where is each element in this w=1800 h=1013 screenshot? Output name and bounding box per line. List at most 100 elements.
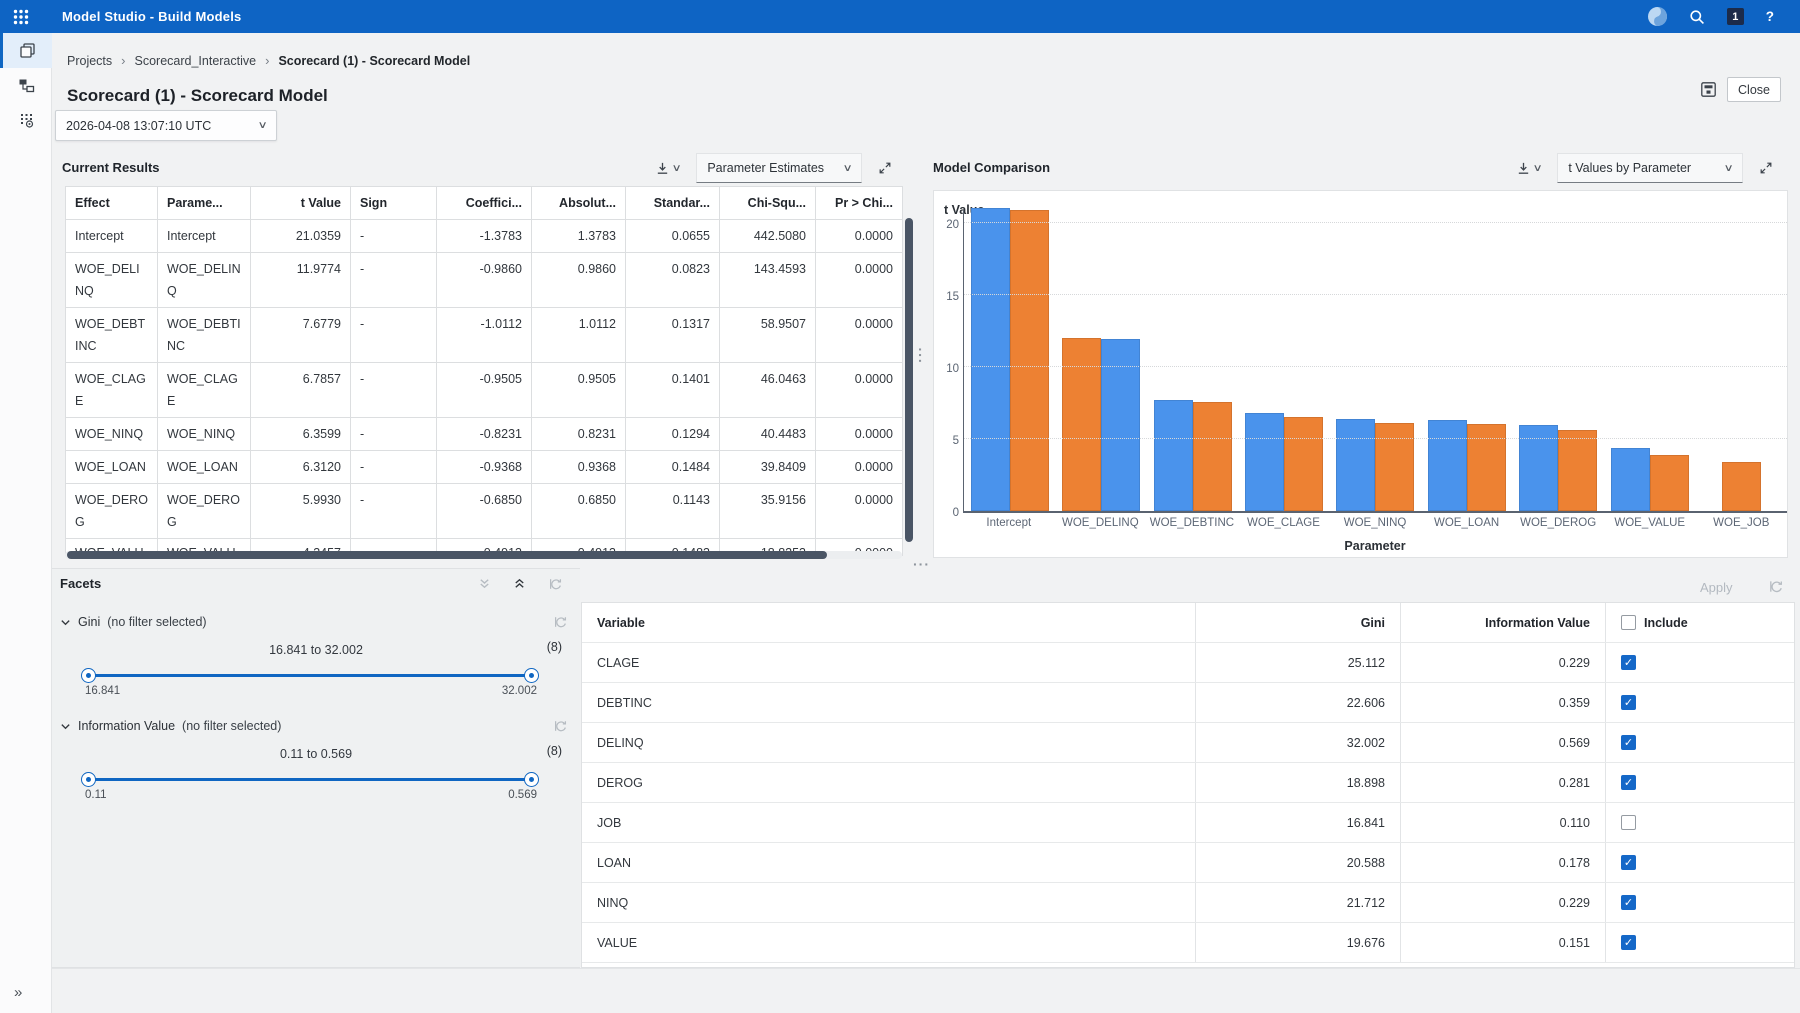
range-slider[interactable] — [83, 668, 537, 682]
bar-blue[interactable] — [1154, 400, 1193, 511]
bar-orange[interactable] — [1193, 402, 1232, 511]
bar-blue[interactable] — [1245, 413, 1284, 511]
notifications-badge[interactable]: 1 — [1727, 8, 1744, 25]
column-header[interactable]: Sign — [351, 187, 437, 220]
table-row[interactable]: WOE_NINQWOE_NINQ6.3599--0.82310.82310.12… — [66, 418, 903, 451]
save-icon[interactable] — [1700, 81, 1717, 98]
results-timestamp-select[interactable]: 2026-04-08 13:07:10 UTC ∨ — [55, 110, 277, 141]
avatar-globe-icon[interactable] — [1648, 7, 1667, 26]
vertical-scrollbar[interactable] — [905, 218, 913, 542]
current-results-view-select[interactable]: Parameter Estimates ∨ — [696, 153, 862, 183]
bar-orange[interactable] — [1722, 462, 1761, 511]
slider-handle-min[interactable] — [81, 668, 96, 683]
bar-blue[interactable] — [1611, 448, 1650, 511]
slider-track[interactable] — [83, 674, 537, 677]
include-checkbox[interactable]: ✓ — [1621, 775, 1636, 790]
breadcrumb-item[interactable]: Scorecard_Interactive — [135, 54, 257, 68]
sidebar-item-results[interactable] — [0, 33, 52, 68]
include-checkbox[interactable]: ✓ — [1621, 895, 1636, 910]
include-checkbox[interactable]: ✓ — [1621, 855, 1636, 870]
table-row[interactable]: WOE_DEROGWOE_DEROG5.9930--0.68500.68500.… — [66, 484, 903, 539]
table-row[interactable]: WOE_CLAGEWOE_CLAGE6.7857--0.95050.95050.… — [66, 363, 903, 418]
column-header[interactable]: Chi-Squ... — [720, 187, 816, 220]
bar-orange[interactable] — [1558, 430, 1597, 511]
bar-blue[interactable] — [1428, 420, 1467, 511]
download-icon[interactable]: ∨ — [1516, 161, 1541, 176]
horizontal-scrollbar[interactable] — [65, 551, 902, 559]
bar-blue[interactable] — [971, 208, 1010, 511]
chevron-down-icon[interactable] — [60, 617, 71, 628]
maximize-icon[interactable] — [878, 161, 892, 175]
app-switcher-icon[interactable] — [12, 8, 30, 26]
sidebar-item-pipeline[interactable] — [0, 68, 52, 103]
collapse-all-icon[interactable] — [478, 577, 491, 591]
table-cell: 6.3120 — [251, 451, 351, 484]
reset-filter-icon[interactable] — [553, 719, 567, 733]
sidebar-item-data-properties[interactable] — [0, 103, 52, 138]
table-row[interactable]: LOAN20.5880.178✓ — [582, 843, 1794, 883]
column-header[interactable]: Standar... — [626, 187, 720, 220]
include-checkbox[interactable]: ✓ — [1621, 935, 1636, 950]
include-all-checkbox[interactable] — [1621, 615, 1636, 630]
facet-label: Gini — [78, 615, 100, 629]
column-header[interactable]: Effect — [66, 187, 158, 220]
reset-variables-icon[interactable] — [1768, 579, 1783, 594]
close-button[interactable]: Close — [1727, 77, 1781, 102]
table-row[interactable]: WOE_DEBTINCWOE_DEBTINC7.6779--1.01121.01… — [66, 308, 903, 363]
slider-handle-max[interactable] — [524, 772, 539, 787]
maximize-icon[interactable] — [1759, 161, 1773, 175]
table-row[interactable]: WOE_LOANWOE_LOAN6.3120--0.93680.93680.14… — [66, 451, 903, 484]
horizontal-scrollbar-thumb[interactable] — [67, 551, 827, 559]
column-header-variable[interactable]: Variable — [582, 603, 1195, 642]
reset-filter-icon[interactable] — [553, 615, 567, 629]
bar-blue[interactable] — [1336, 419, 1375, 511]
breadcrumb: Projects›Scorecard_Interactive›Scorecard… — [67, 53, 470, 68]
table-row[interactable]: DEROG18.8980.281✓ — [582, 763, 1794, 803]
column-header[interactable]: Absolut... — [532, 187, 626, 220]
column-header-gini[interactable]: Gini — [1195, 603, 1400, 642]
table-row[interactable]: DELINQ32.0020.569✓ — [582, 723, 1794, 763]
table-row[interactable]: NINQ21.7120.229✓ — [582, 883, 1794, 923]
download-icon[interactable]: ∨ — [655, 161, 680, 176]
column-header[interactable]: Pr > Chi... — [816, 187, 903, 220]
slider-handle-min[interactable] — [81, 772, 96, 787]
table-row[interactable]: InterceptIntercept21.0359--1.37831.37830… — [66, 220, 903, 253]
include-checkbox[interactable]: ✓ — [1621, 695, 1636, 710]
help-icon[interactable]: ? — [1766, 9, 1774, 24]
bar-orange[interactable] — [1010, 210, 1049, 511]
column-header[interactable]: Parame... — [158, 187, 251, 220]
table-row[interactable]: VALUE19.6760.151✓ — [582, 923, 1794, 963]
table-row[interactable]: DEBTINC22.6060.359✓ — [582, 683, 1794, 723]
search-icon[interactable] — [1689, 9, 1705, 25]
bar-orange[interactable] — [1062, 338, 1101, 511]
include-checkbox[interactable]: ✓ — [1621, 655, 1636, 670]
reset-all-filters-icon[interactable] — [548, 577, 562, 591]
table-row[interactable]: JOB16.8410.110 — [582, 803, 1794, 843]
panel-splitter-vertical[interactable]: ··· — [913, 348, 929, 365]
table-row[interactable]: CLAGE25.1120.229✓ — [582, 643, 1794, 683]
x-axis-tick-labels: InterceptWOE_DELINQWOE_DEBTINCWOE_CLAGEW… — [963, 517, 1787, 529]
bar-orange[interactable] — [1284, 417, 1323, 511]
breadcrumb-item[interactable]: Projects — [67, 54, 112, 68]
bar-orange[interactable] — [1650, 455, 1689, 511]
current-results-title: Current Results — [62, 160, 160, 175]
bar-blue[interactable] — [1101, 339, 1140, 511]
column-header[interactable]: Coeffici... — [437, 187, 532, 220]
include-checkbox[interactable]: ✓ — [1621, 735, 1636, 750]
panel-splitter-horizontal[interactable]: ··· — [913, 556, 930, 572]
apply-button[interactable]: Apply — [1700, 580, 1733, 595]
model-comparison-view-select[interactable]: t Values by Parameter ∨ — [1557, 153, 1743, 183]
range-slider[interactable] — [83, 772, 537, 786]
column-header[interactable]: t Value — [251, 187, 351, 220]
chevron-down-icon[interactable] — [60, 721, 71, 732]
include-checkbox[interactable] — [1621, 815, 1636, 830]
bar-orange[interactable] — [1375, 423, 1414, 511]
column-header-information-value[interactable]: Information Value — [1400, 603, 1605, 642]
slider-track[interactable] — [83, 778, 537, 781]
table-row[interactable]: WOE_DELINQWOE_DELINQ11.9774--0.98600.986… — [66, 253, 903, 308]
table-cell: 0.0000 — [816, 308, 903, 363]
expand-sidebar-icon[interactable]: » — [14, 984, 22, 1001]
expand-all-icon[interactable] — [513, 577, 526, 591]
slider-handle-max[interactable] — [524, 668, 539, 683]
breadcrumb-item[interactable]: Scorecard (1) - Scorecard Model — [278, 54, 470, 68]
